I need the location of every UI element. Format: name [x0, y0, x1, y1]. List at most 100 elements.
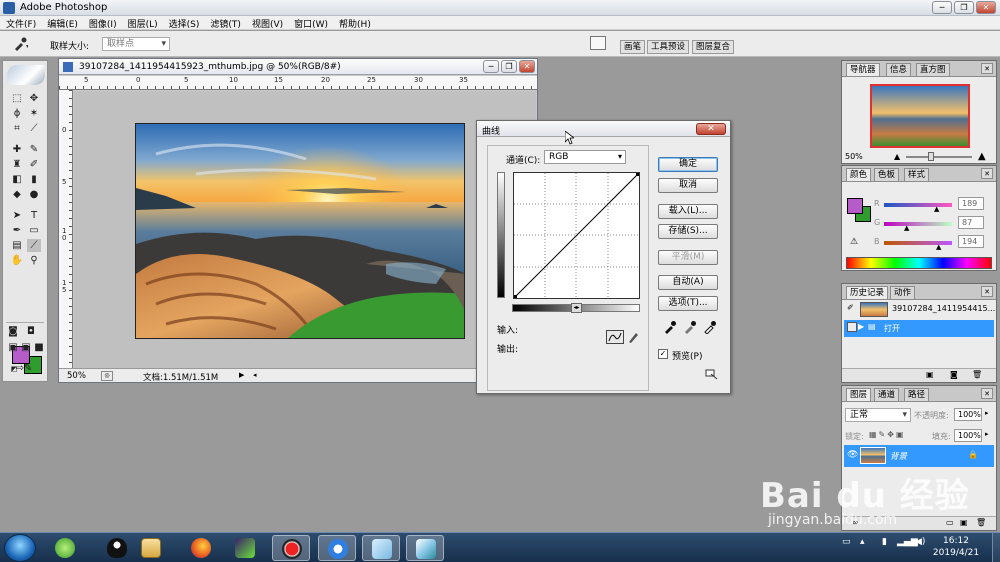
- dialog-close-icon[interactable]: ✕: [696, 123, 726, 135]
- gray-point-eyedropper-icon[interactable]: [683, 320, 697, 334]
- curve-mode-icon[interactable]: [606, 330, 624, 344]
- eyedropper-active-tool-icon[interactable]: ⟋: [27, 239, 41, 252]
- zoom-level[interactable]: 50%: [67, 371, 86, 381]
- taskbar-item-media[interactable]: [226, 535, 264, 561]
- navigator-zoom-slider[interactable]: [906, 156, 972, 158]
- curve-graph[interactable]: [513, 172, 640, 299]
- tab-color[interactable]: 颜色: [846, 168, 872, 181]
- tab-actions[interactable]: 动作: [890, 286, 916, 299]
- quick-mask-mode-icon[interactable]: ◘: [24, 325, 38, 338]
- new-snapshot-icon[interactable]: ◙: [950, 370, 958, 379]
- tab-styles[interactable]: 样式: [904, 168, 930, 181]
- scroll-left-icon[interactable]: ◂: [253, 371, 257, 379]
- save-button[interactable]: 存储(S)...: [658, 224, 718, 239]
- color-panel-foreground-swatch[interactable]: [847, 198, 863, 214]
- layer-row-background[interactable]: 👁 背景 🔒: [844, 445, 994, 467]
- tray-volume-icon[interactable]: ◀): [915, 537, 925, 547]
- zoom-slider-thumb[interactable]: [928, 152, 934, 161]
- history-brush-tool-icon[interactable]: ✐: [27, 158, 41, 171]
- pencil-mode-icon[interactable]: [627, 330, 639, 344]
- channel-b-value[interactable]: 194: [958, 235, 984, 248]
- doc-close-icon[interactable]: ✕: [519, 60, 535, 73]
- show-desktop-button[interactable]: [992, 533, 1000, 562]
- menu-select[interactable]: 选择(S): [163, 16, 205, 30]
- delete-state-icon[interactable]: 🗑: [972, 370, 982, 379]
- menu-edit[interactable]: 编辑(E): [41, 16, 83, 30]
- tab-info[interactable]: 信息: [886, 63, 912, 76]
- taskbar-item-firefox[interactable]: [182, 535, 220, 561]
- tab-layers[interactable]: 图层: [846, 388, 872, 401]
- full-screen-menu-mode-icon[interactable]: ▣: [19, 341, 33, 354]
- palette-well-brushes-tab[interactable]: 画笔: [620, 40, 646, 54]
- taskbar-clock[interactable]: 16:12 2019/4/21: [926, 535, 986, 559]
- history-brush-source-icon[interactable]: ✐: [847, 303, 854, 312]
- channel-b-thumb-icon[interactable]: ▲: [936, 243, 941, 251]
- menu-layer[interactable]: 图层(L): [122, 16, 163, 30]
- path-selection-tool-icon[interactable]: ➤: [10, 209, 24, 222]
- new-layer-icon[interactable]: ▣: [960, 518, 968, 527]
- layer-name[interactable]: 背景: [890, 450, 907, 462]
- history-snapshot-row[interactable]: ✐ 39107284_1411954415...: [844, 301, 995, 318]
- dodge-tool-icon[interactable]: ●: [27, 188, 41, 201]
- load-button[interactable]: 载入(L)...: [658, 204, 718, 219]
- new-group-icon[interactable]: ▭: [946, 518, 954, 527]
- white-point-eyedropper-icon[interactable]: [703, 320, 717, 334]
- panel-close-icon[interactable]: ✕: [981, 63, 993, 74]
- tab-histogram[interactable]: 直方图: [916, 63, 950, 76]
- new-document-from-state-icon[interactable]: ▣: [926, 370, 934, 379]
- layer-visibility-eye-icon[interactable]: 👁: [847, 450, 858, 460]
- full-screen-mode-icon[interactable]: ■: [32, 341, 46, 354]
- dialog-expand-icon[interactable]: [705, 369, 718, 380]
- navigator-zoom[interactable]: 50%: [845, 152, 863, 161]
- tab-history[interactable]: 历史记录: [846, 286, 889, 299]
- taskbar-item-explorer[interactable]: [132, 535, 170, 561]
- crop-tool-icon[interactable]: ⌗: [10, 122, 24, 135]
- tab-swatches[interactable]: 色板: [874, 168, 900, 181]
- ok-button[interactable]: 确定: [658, 157, 718, 172]
- channel-g-value[interactable]: 87: [958, 216, 984, 229]
- opacity-arrow-icon[interactable]: ▸: [985, 409, 989, 417]
- zoom-out-icon[interactable]: ▲: [894, 152, 900, 161]
- standard-screen-mode-icon[interactable]: ▣: [6, 341, 20, 354]
- fill-arrow-icon[interactable]: ▸: [985, 430, 989, 438]
- out-of-gamut-icon[interactable]: ⚠: [850, 237, 858, 247]
- status-menu-icon[interactable]: ◎: [101, 371, 113, 381]
- zoom-in-icon[interactable]: ▲: [978, 151, 986, 162]
- options-button[interactable]: 选项(T)...: [658, 296, 718, 311]
- taskbar-item-recorder[interactable]: [272, 535, 310, 561]
- palette-well-tool-presets-tab[interactable]: 工具预设: [647, 40, 690, 54]
- shape-tool-icon[interactable]: ▭: [27, 224, 41, 237]
- brush-tool-icon[interactable]: ✎: [27, 143, 41, 156]
- palette-well-icon[interactable]: [590, 36, 606, 50]
- healing-brush-tool-icon[interactable]: ✚: [10, 143, 24, 156]
- menu-image[interactable]: 图像(I): [83, 16, 122, 30]
- smooth-button[interactable]: 平滑(M): [658, 250, 718, 265]
- jump-to-imageready-icon[interactable]: ⇨✎: [10, 362, 38, 375]
- color-spectrum-bar[interactable]: [846, 257, 992, 269]
- marquee-tool-icon[interactable]: ⬚: [10, 92, 24, 105]
- opacity-value[interactable]: 100%: [954, 408, 982, 421]
- slice-tool-icon[interactable]: ⟋: [27, 122, 41, 135]
- channel-b-slider[interactable]: [884, 241, 952, 245]
- curves-dialog-title-bar[interactable]: 曲线 ✕: [477, 121, 730, 137]
- tab-paths[interactable]: 路径: [904, 388, 930, 401]
- channel-g-thumb-icon[interactable]: ▲: [904, 224, 909, 232]
- channel-r-value[interactable]: 189: [958, 197, 984, 210]
- lock-options-icon[interactable]: ▦✎✥▣: [869, 430, 906, 439]
- panel-close-icon[interactable]: ✕: [981, 168, 993, 179]
- blend-mode-select[interactable]: 正常: [845, 408, 911, 422]
- channel-r-thumb-icon[interactable]: ▲: [934, 205, 939, 213]
- tray-expand-icon[interactable]: ▴: [860, 537, 865, 547]
- magic-wand-tool-icon[interactable]: ✶: [27, 107, 41, 120]
- taskbar-item-app[interactable]: [318, 535, 356, 561]
- preview-checkbox[interactable]: ✓: [658, 349, 668, 359]
- channel-g-slider[interactable]: [884, 222, 952, 226]
- document-title-bar[interactable]: 39107284_1411954415923_mthumb.jpg @ 50%(…: [59, 59, 537, 75]
- channel-select[interactable]: RGB: [544, 150, 626, 164]
- cancel-button[interactable]: 取消: [658, 178, 718, 193]
- feather-logo-icon[interactable]: [7, 65, 45, 85]
- taskbar-item-photoshop[interactable]: [406, 535, 444, 561]
- panel-close-icon[interactable]: ✕: [981, 388, 993, 399]
- doc-minimize-icon[interactable]: ─: [483, 60, 499, 73]
- close-icon[interactable]: ✕: [976, 1, 996, 14]
